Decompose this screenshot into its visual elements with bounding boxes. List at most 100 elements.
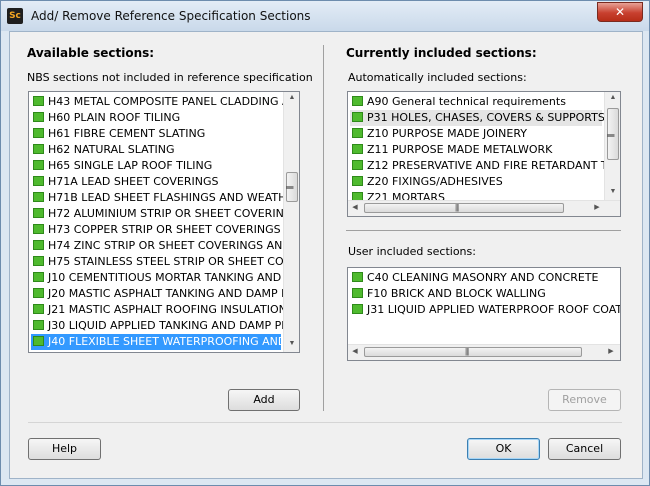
list-item-label: J21 MASTIC ASPHALT ROOFING INSULATION AN [48, 303, 300, 316]
section-icon [33, 128, 44, 138]
grip-icon: ||| [455, 203, 459, 212]
list-item[interactable]: J31 LIQUID APPLIED WATERPROOF ROOF COATI… [350, 302, 620, 318]
section-icon [33, 224, 44, 234]
list-item[interactable]: J30 LIQUID APPLIED TANKING AND DAMP PROO [31, 318, 299, 334]
list-item[interactable]: H73 COPPER STRIP OR SHEET COVERINGS AND [31, 222, 299, 238]
list-item[interactable]: H65 SINGLE LAP ROOF TILING [31, 158, 281, 174]
section-icon [33, 320, 44, 330]
section-icon [352, 96, 363, 106]
scroll-up-icon[interactable]: ▲ [285, 92, 299, 104]
list-item-label: Z12 PRESERVATIVE AND FIRE RETARDANT TREA [367, 159, 621, 172]
user-list-hscroll[interactable]: ◀ ||| ▶ [348, 344, 620, 360]
list-item-label: Z11 PURPOSE MADE METALWORK [367, 143, 553, 156]
remove-button[interactable]: Remove [548, 389, 621, 411]
list-item[interactable]: C40 CLEANING MASONRY AND CONCRETE [350, 270, 618, 286]
auto-included-list[interactable]: A90 General technical requirements P31 HO… [347, 91, 621, 217]
list-item[interactable]: P31 HOLES, CHASES, COVERS & SUPPORTS FOR [350, 110, 620, 126]
list-item[interactable]: J21 MASTIC ASPHALT ROOFING INSULATION AN [31, 302, 299, 318]
section-icon [33, 256, 44, 266]
list-item[interactable]: J20 MASTIC ASPHALT TANKING AND DAMP PRO( [31, 286, 299, 302]
available-sections-list[interactable]: H43 METAL COMPOSITE PANEL CLADDING AND C… [28, 91, 300, 353]
scroll-down-icon[interactable]: ▼ [285, 338, 299, 350]
list-item[interactable]: F10 BRICK AND BLOCK WALLING [350, 286, 618, 302]
list-item[interactable]: H62 NATURAL SLATING [31, 142, 281, 158]
grip-icon: ||| [606, 133, 616, 137]
dialog-window: Sc Add/ Remove Reference Specification S… [0, 0, 650, 486]
list-item-label: J20 MASTIC ASPHALT TANKING AND DAMP PRO( [48, 287, 300, 300]
auto-list-vscroll[interactable]: ▲ ||| ▼ [604, 92, 620, 200]
user-included-label: User included sections: [348, 245, 476, 258]
section-icon [33, 192, 44, 202]
list-item[interactable]: H75 STAINLESS STEEL STRIP OR SHEET COVER… [31, 254, 299, 270]
list-item[interactable]: H61 FIBRE CEMENT SLATING [31, 126, 281, 142]
ok-button[interactable]: OK [467, 438, 540, 460]
list-item-label: H71A LEAD SHEET COVERINGS [48, 175, 219, 188]
section-icon [33, 288, 44, 298]
list-item-label: C40 CLEANING MASONRY AND CONCRETE [367, 271, 599, 284]
list-item-label: H72 ALUMINIUM STRIP OR SHEET COVERINGS A [48, 207, 300, 220]
list-item-label: H61 FIBRE CEMENT SLATING [48, 127, 206, 140]
list-item[interactable]: H71A LEAD SHEET COVERINGS [31, 174, 281, 190]
list-item[interactable]: Z12 PRESERVATIVE AND FIRE RETARDANT TREA [350, 158, 620, 174]
list-item[interactable]: H43 METAL COMPOSITE PANEL CLADDING AND C [31, 94, 299, 110]
list-item-label: J10 CEMENTITIOUS MORTAR TANKING AND DAM [48, 271, 300, 284]
help-button[interactable]: Help [28, 438, 101, 460]
auto-included-label: Automatically included sections: [348, 71, 527, 84]
list-item-label: J30 LIQUID APPLIED TANKING AND DAMP PROO [48, 319, 300, 332]
list-item-label: Z20 FIXINGS/ADHESIVES [367, 175, 503, 188]
horizontal-divider [346, 230, 621, 231]
close-button[interactable]: ✕ [597, 2, 643, 22]
list-item[interactable]: Z11 PURPOSE MADE METALWORK [350, 142, 602, 158]
section-icon [33, 112, 44, 122]
list-item-label: H65 SINGLE LAP ROOF TILING [48, 159, 213, 172]
section-icon [352, 128, 363, 138]
list-item[interactable]: Z20 FIXINGS/ADHESIVES [350, 174, 602, 190]
title-bar[interactable]: Sc Add/ Remove Reference Specification S… [1, 1, 649, 31]
available-list-vscroll[interactable]: ▲ ||| ▼ [283, 92, 299, 352]
scroll-up-icon[interactable]: ▲ [606, 92, 620, 104]
list-item[interactable]: H74 ZINC STRIP OR SHEET COVERINGS AND FL… [31, 238, 299, 254]
auto-list-hscroll[interactable]: ◀ ||| ▶ [348, 200, 620, 216]
scroll-left-icon[interactable]: ◀ [348, 346, 362, 358]
available-sections-heading: Available sections: [27, 46, 155, 60]
list-item[interactable]: H72 ALUMINIUM STRIP OR SHEET COVERINGS A [31, 206, 299, 222]
list-item[interactable]: Z10 PURPOSE MADE JOINERY [350, 126, 602, 142]
available-sections-sublabel: NBS sections not included in reference s… [27, 71, 313, 84]
scroll-thumb[interactable]: ||| [607, 108, 619, 160]
scroll-right-icon[interactable]: ▶ [590, 202, 604, 214]
scroll-right-icon[interactable]: ▶ [604, 346, 618, 358]
list-item[interactable]: J40 FLEXIBLE SHEET WATERPROOFING AND DAI [31, 334, 299, 350]
section-icon [352, 288, 363, 298]
list-item[interactable]: H60 PLAIN ROOF TILING [31, 110, 281, 126]
section-icon [33, 240, 44, 250]
scroll-left-icon[interactable]: ◀ [348, 202, 362, 214]
section-icon [352, 144, 363, 154]
list-item-label: H43 METAL COMPOSITE PANEL CLADDING AND C [48, 95, 300, 108]
list-item[interactable]: A90 General technical requirements [350, 94, 602, 110]
scroll-down-icon[interactable]: ▼ [606, 186, 620, 198]
list-item-label: A90 General technical requirements [367, 95, 566, 108]
list-item-label: P31 HOLES, CHASES, COVERS & SUPPORTS FOR [367, 111, 621, 124]
section-icon [33, 160, 44, 170]
list-item[interactable]: H71B LEAD SHEET FLASHINGS AND WEATHERIN [31, 190, 299, 206]
section-icon [33, 272, 44, 282]
list-item[interactable]: J10 CEMENTITIOUS MORTAR TANKING AND DAM [31, 270, 299, 286]
included-sections-heading: Currently included sections: [346, 46, 537, 60]
scroll-thumb[interactable]: ||| [286, 172, 298, 202]
list-item-label: H75 STAINLESS STEEL STRIP OR SHEET COVER… [48, 255, 300, 268]
list-item-label: H71B LEAD SHEET FLASHINGS AND WEATHERIN [48, 191, 300, 204]
dialog-client-area: Available sections: NBS sections not inc… [9, 31, 643, 479]
section-icon [33, 96, 44, 106]
section-icon [352, 160, 363, 170]
footer-divider [28, 422, 622, 423]
section-icon [33, 304, 44, 314]
add-button[interactable]: Add [228, 389, 300, 411]
section-icon [33, 176, 44, 186]
cancel-button[interactable]: Cancel [548, 438, 621, 460]
scroll-thumb[interactable]: ||| [364, 347, 582, 357]
section-icon [33, 208, 44, 218]
section-icon [33, 336, 44, 346]
scroll-thumb[interactable]: ||| [364, 203, 564, 213]
user-included-list[interactable]: C40 CLEANING MASONRY AND CONCRETE F10 BRI… [347, 267, 621, 361]
grip-icon: ||| [465, 347, 469, 356]
